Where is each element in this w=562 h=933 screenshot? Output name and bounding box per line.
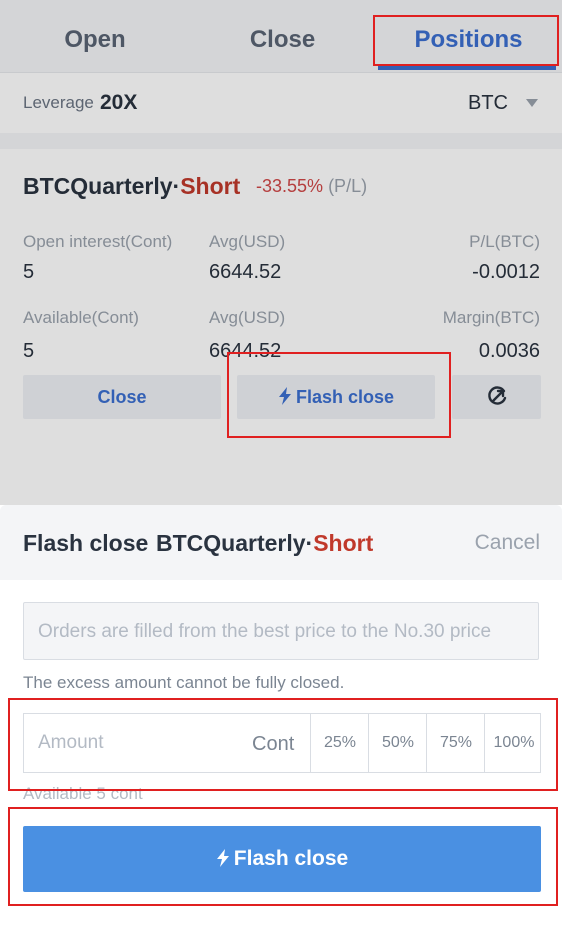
amount-unit: Cont xyxy=(252,733,295,755)
dim-overlay[interactable] xyxy=(0,0,562,505)
order-info-field: Orders are filled from the best price to… xyxy=(23,602,539,660)
excess-hint: The excess amount cannot be fully closed… xyxy=(23,673,345,692)
flash-close-submit-button[interactable]: Flash close xyxy=(23,826,541,892)
cancel-button[interactable]: Cancel xyxy=(475,531,540,555)
percent-50-button[interactable]: 50% xyxy=(368,714,427,772)
submit-label: Flash close xyxy=(233,847,349,870)
sheet-contract-side: Short xyxy=(313,530,374,556)
available-amount: Available 5 cont xyxy=(23,784,143,803)
percent-75-button[interactable]: 75% xyxy=(426,714,485,772)
sheet-contract-name: BTCQuarterly· xyxy=(156,530,314,556)
lightning-icon xyxy=(216,849,229,867)
flash-close-sheet: Flash close BTCQuarterly·Short Cancel Or… xyxy=(0,505,562,933)
percent-25-button[interactable]: 25% xyxy=(310,714,369,772)
amount-row: Cont 25% 50% 75% 100% xyxy=(23,713,541,773)
percent-100-button[interactable]: 100% xyxy=(484,714,543,772)
sheet-header: Flash close BTCQuarterly·Short Cancel xyxy=(0,505,562,580)
sheet-contract: BTCQuarterly·Short xyxy=(156,530,373,557)
amount-input[interactable] xyxy=(24,714,244,772)
sheet-title: Flash close xyxy=(23,530,149,556)
